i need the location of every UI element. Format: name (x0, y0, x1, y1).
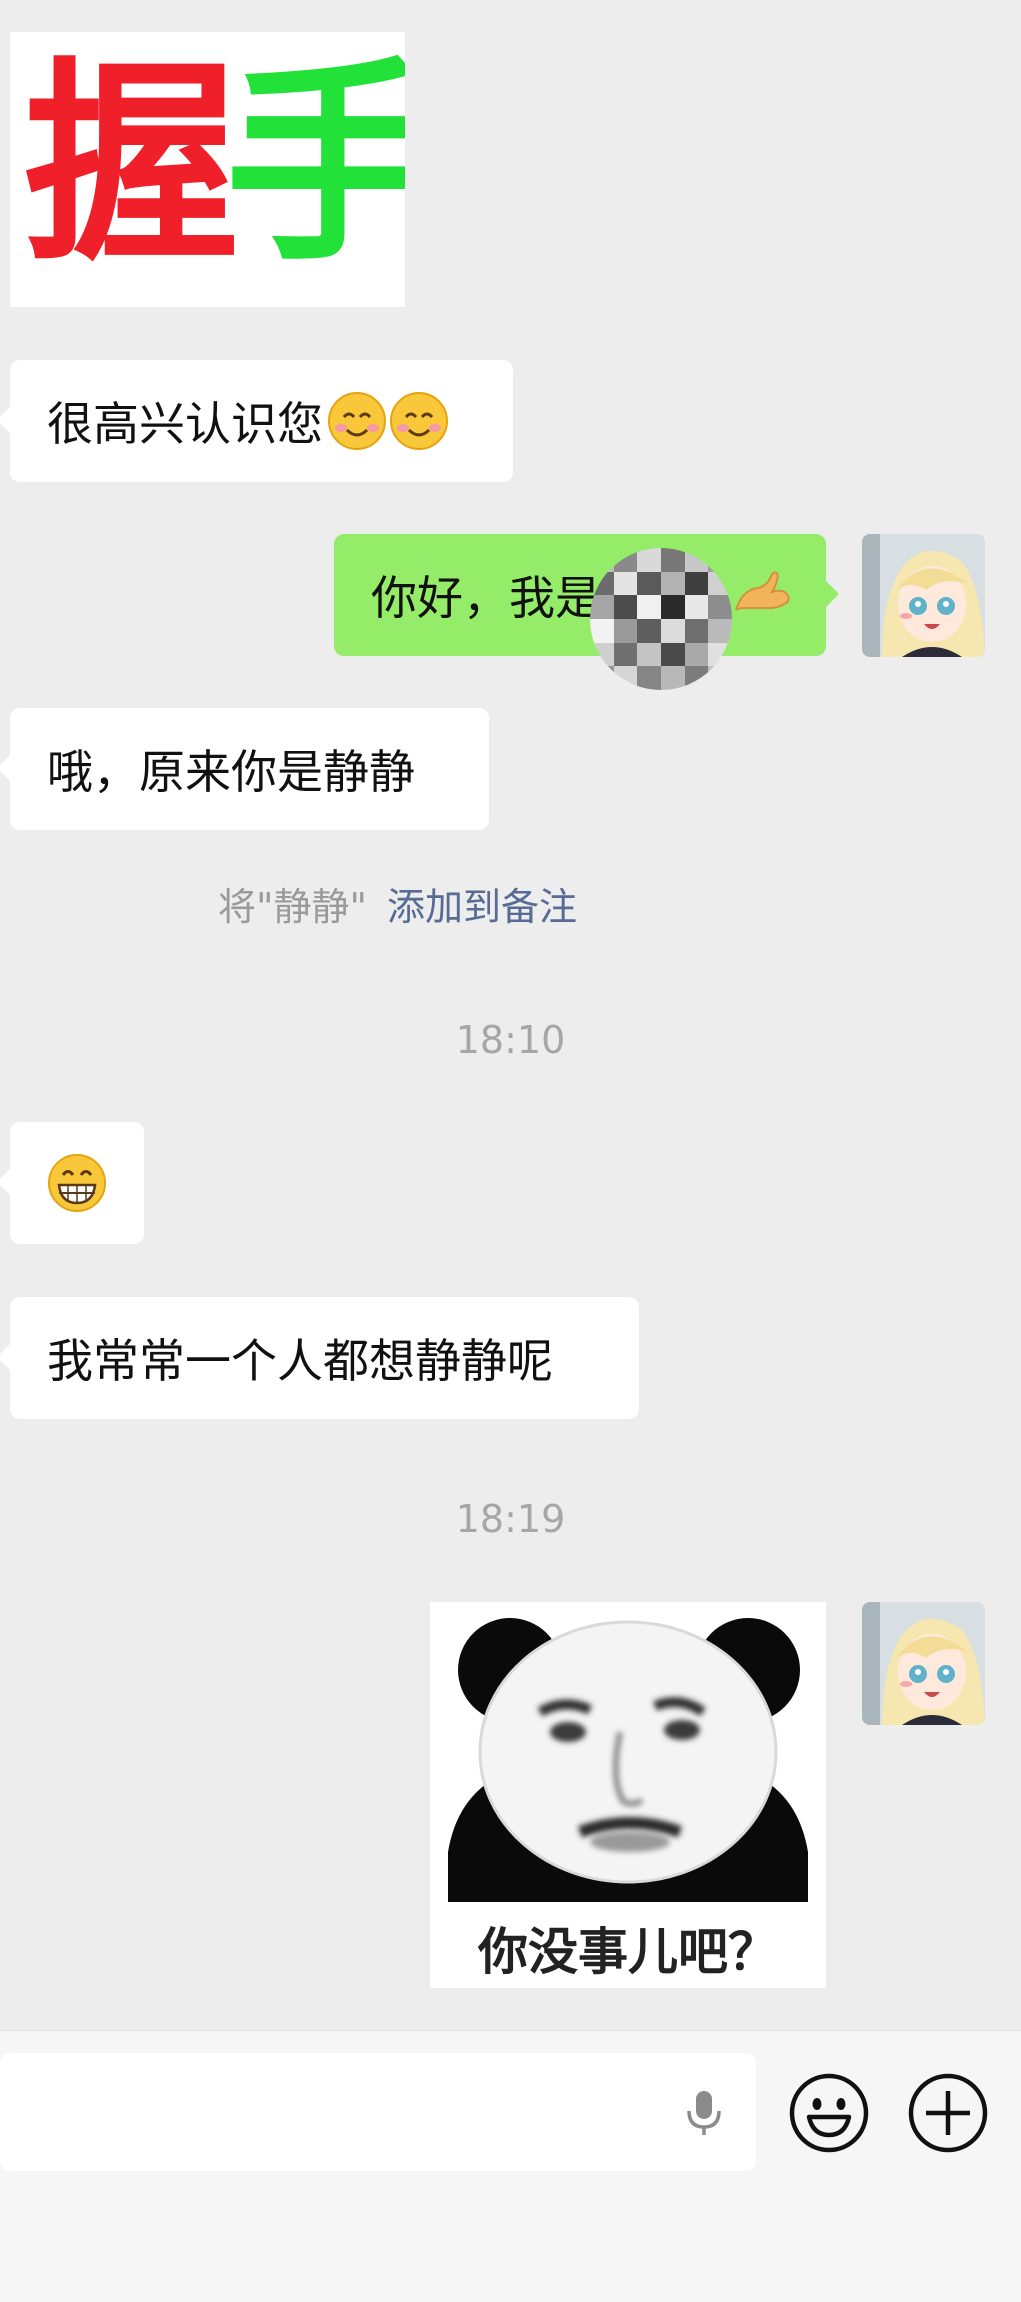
ok-hand-emoji-icon (735, 571, 790, 611)
smiley-icon[interactable] (787, 2071, 871, 2155)
avatar[interactable] (862, 1602, 985, 1725)
message-bubble-incoming[interactable]: 很高兴认识您 (0, 360, 513, 482)
panda-face-image (448, 1618, 808, 1902)
message-text: 很高兴认识您 (47, 397, 323, 451)
add-to-remark-link[interactable]: 添加到备注 (387, 885, 577, 929)
anime-girl-avatar-icon (862, 1602, 985, 1725)
sticker-caption: 你没事儿吧？ (478, 1923, 778, 1981)
timestamp: 18:10 (455, 1018, 566, 1062)
remark-suggestion: 将"静静" 添加到备注 (218, 876, 577, 931)
sticker-char-1: 握 (24, 39, 239, 290)
message-bubble-incoming[interactable]: 哦，原来你是静静 (0, 708, 489, 830)
plus-circle-icon[interactable] (906, 2071, 990, 2155)
sticker-panda-meme[interactable]: 你没事儿吧？ (430, 1602, 826, 1988)
message-text: 你好，我是 (371, 571, 601, 625)
sticker-handshake[interactable]: 握 手 (10, 32, 405, 307)
avatar[interactable] (862, 534, 985, 657)
chat-area[interactable]: 握 手 很高兴认识您 你好，我是 哦，原来你是静静 将"静静" 添加到备注 18… (0, 0, 1021, 2030)
remark-prefix: 将"静静" (218, 885, 367, 929)
message-bubble-incoming[interactable] (0, 1122, 144, 1244)
input-bar (0, 2030, 1021, 2302)
timestamp: 18:19 (455, 1497, 566, 1541)
microphone-icon[interactable] (678, 2087, 730, 2139)
blush-smile-emoji-icon (328, 392, 448, 450)
pixelated-redaction (590, 548, 732, 690)
message-bubble-incoming[interactable]: 我常常一个人都想静静呢 (0, 1297, 639, 1419)
grinning-face-emoji-icon (48, 1154, 106, 1212)
sticker-char-2: 手 (225, 39, 405, 290)
message-text: 我常常一个人都想静静呢 (47, 1334, 553, 1388)
anime-girl-avatar-icon (862, 534, 985, 657)
message-input[interactable] (0, 2053, 756, 2171)
message-text: 哦，原来你是静静 (47, 745, 415, 799)
